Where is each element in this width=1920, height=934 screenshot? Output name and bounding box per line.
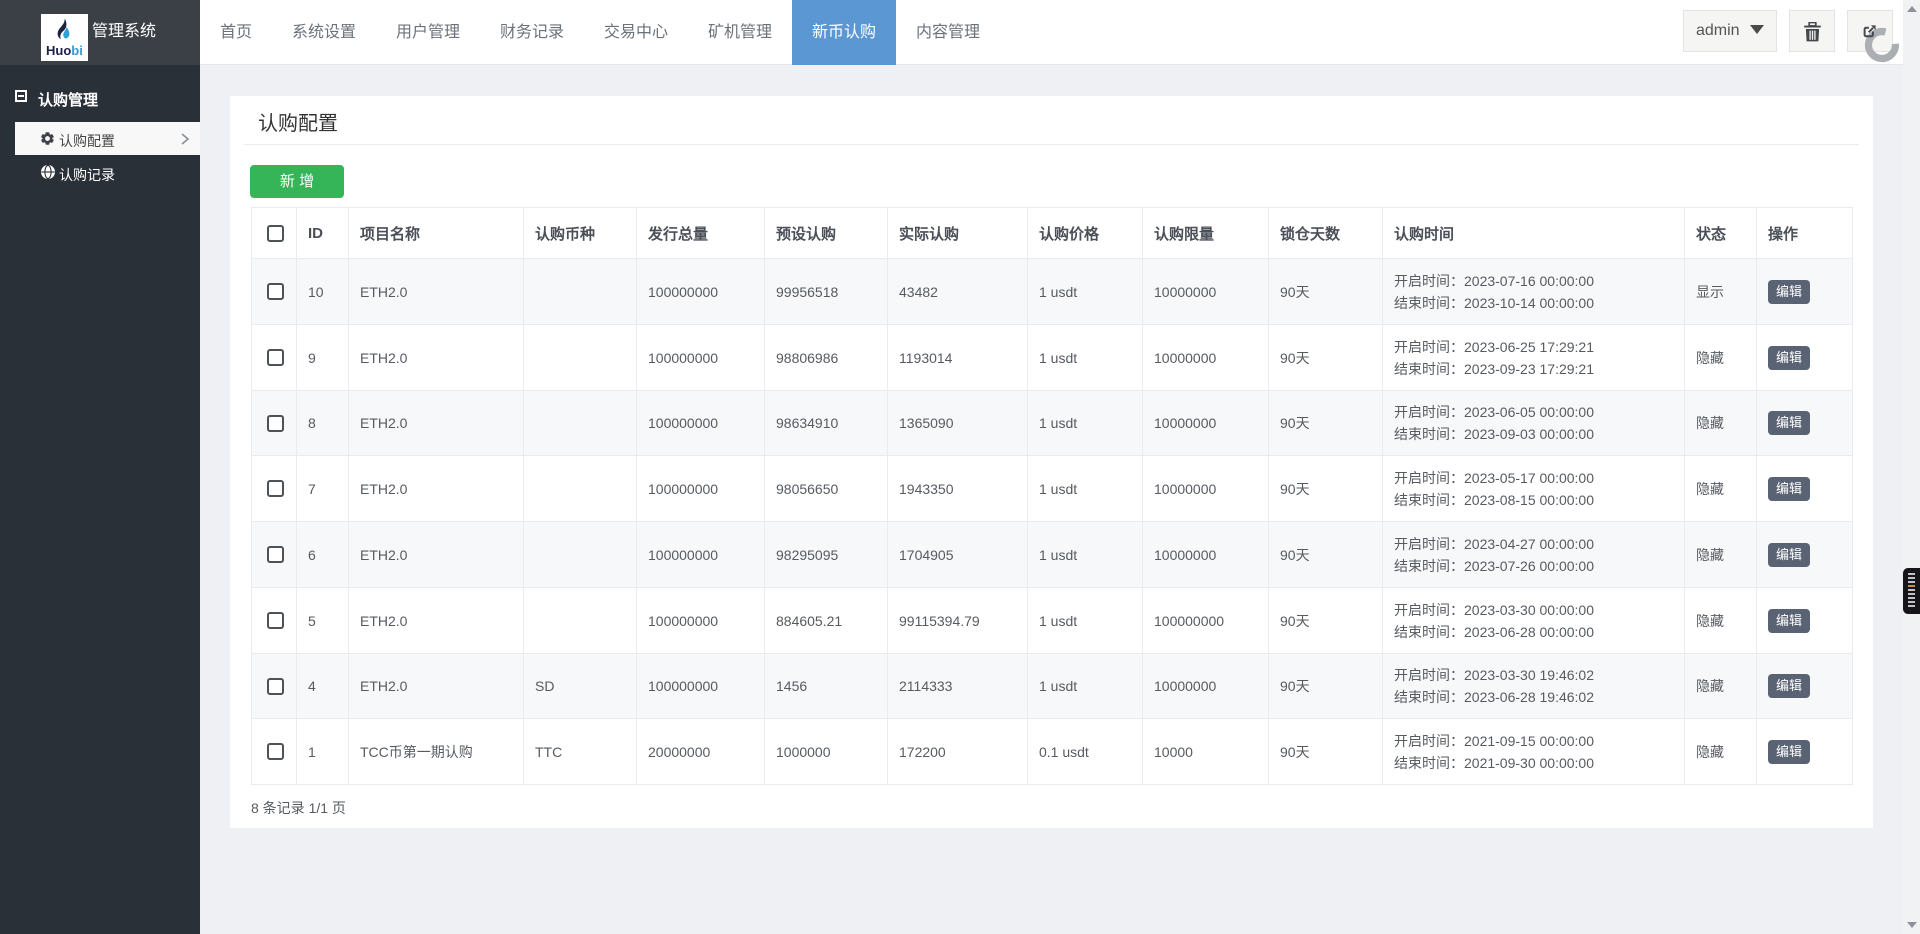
svg-text:Huobi: Huobi bbox=[46, 43, 83, 58]
